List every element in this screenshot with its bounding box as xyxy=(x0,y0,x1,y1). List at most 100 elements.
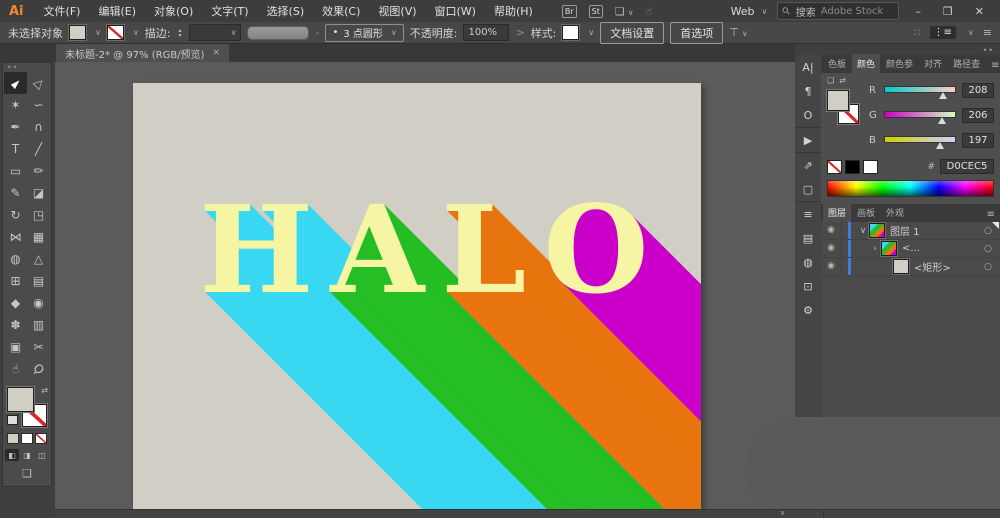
layer-target-icon[interactable]: ○ xyxy=(984,262,992,272)
hex-value-field[interactable]: D0CEC5 xyxy=(940,159,994,174)
screen-mode-icon[interactable]: ❏ xyxy=(3,467,51,480)
tab-color-menu-icon[interactable]: ≡ xyxy=(986,60,1000,73)
scale-tool[interactable]: ◳ xyxy=(27,204,50,226)
dock-grip[interactable]: •• xyxy=(983,46,994,55)
export-panel-icon[interactable]: ⇗ xyxy=(795,152,821,177)
halo-letter-O[interactable]: O xyxy=(543,178,665,321)
status-chevron-icon[interactable]: ∨ xyxy=(780,509,785,517)
symbols-panel-icon[interactable]: ⚙ xyxy=(795,298,821,322)
menu-item-0[interactable]: 文件(F) xyxy=(35,3,90,19)
hand-tool[interactable]: ☝ xyxy=(4,358,27,380)
tab-close-icon[interactable]: × xyxy=(212,48,220,58)
opacity-value[interactable]: 100% xyxy=(463,24,510,41)
draw-behind-icon[interactable]: ◨ xyxy=(20,449,34,461)
minimize-button[interactable]: – xyxy=(909,5,927,18)
opacity-more-icon[interactable]: > xyxy=(515,26,524,39)
character-panel-icon[interactable]: A| xyxy=(795,55,821,79)
layer-name[interactable]: <矩形> xyxy=(914,259,951,274)
mesh-tool[interactable]: ⊞ xyxy=(4,270,27,292)
swap-fill-stroke-icon[interactable]: ⇄ xyxy=(41,386,48,395)
actions-panel-icon[interactable]: ▶ xyxy=(795,127,821,152)
lasso-tool[interactable]: ∽ xyxy=(27,94,50,116)
slider-value-R[interactable]: 208 xyxy=(962,83,994,98)
layer-thumbnail[interactable] xyxy=(881,241,897,256)
stock-button[interactable]: St xyxy=(588,4,603,18)
rectangle-tool[interactable]: ▭ xyxy=(4,160,27,182)
tab-color-3[interactable]: 对齐 xyxy=(919,54,947,73)
halo-artwork[interactable]: HALO xyxy=(199,189,666,310)
layer-row-1[interactable]: ◉ › <... ○ xyxy=(821,240,1000,258)
menu-item-2[interactable]: 对象(O) xyxy=(145,3,202,19)
type-tool[interactable]: T xyxy=(4,138,27,160)
paragraph-panel-icon[interactable]: ¶ xyxy=(795,79,821,103)
close-button[interactable]: ✕ xyxy=(969,5,990,18)
shape-builder-tool[interactable]: ◍ xyxy=(4,248,27,270)
gradient-panel-icon[interactable]: ▤ xyxy=(795,226,821,250)
slider-thumb-R[interactable] xyxy=(938,91,947,99)
menu-item-5[interactable]: 效果(C) xyxy=(313,3,369,19)
layer-target-icon[interactable]: ○ xyxy=(984,226,992,236)
black-swatch[interactable] xyxy=(845,159,860,174)
white-swatch[interactable] xyxy=(863,159,878,174)
stacked-swatch-icon[interactable]: ❏ xyxy=(827,76,834,85)
slider-value-B[interactable]: 197 xyxy=(962,133,994,148)
none-swatch[interactable] xyxy=(827,159,842,174)
tab-layers-0[interactable]: 图层 xyxy=(823,203,852,222)
opentype-panel-icon[interactable]: O xyxy=(795,103,821,127)
color-spectrum-bar[interactable] xyxy=(827,180,994,197)
layer-target-icon[interactable]: ○ xyxy=(984,244,992,254)
layer-expander-icon[interactable]: ∨ xyxy=(857,226,869,236)
style-chevron-icon[interactable]: ∨ xyxy=(588,28,594,37)
symbol-sprayer-tool[interactable]: ✽ xyxy=(4,314,27,336)
eraser-tool[interactable]: ◪ xyxy=(27,182,50,204)
none-mode-button[interactable] xyxy=(35,433,47,444)
fill-chevron-icon[interactable]: ∨ xyxy=(95,28,101,37)
transparency-panel-icon[interactable]: ◍ xyxy=(795,250,821,274)
gradient-tool[interactable]: ▤ xyxy=(27,270,50,292)
menu-item-8[interactable]: 帮助(H) xyxy=(485,3,542,19)
menu-item-3[interactable]: 文字(T) xyxy=(202,3,257,19)
canvas-area[interactable]: HALO xyxy=(55,62,795,510)
preferences-button[interactable]: 首选项 xyxy=(670,21,724,44)
visibility-eye-icon[interactable]: ◉ xyxy=(821,240,842,257)
document-tab[interactable]: 未标题-2* @ 97% (RGB/预览) × xyxy=(56,44,230,62)
tab-layers-1[interactable]: 画板 xyxy=(852,203,880,222)
panel-fill-proxy[interactable] xyxy=(827,90,849,111)
artboard[interactable]: HALO xyxy=(133,83,701,510)
stroke-weight-dropdown[interactable]: ∨ xyxy=(189,24,242,41)
default-fill-stroke-icon[interactable] xyxy=(7,415,18,425)
slider-track-G[interactable] xyxy=(884,108,956,124)
arrange-documents-icon[interactable]: ❏ ∨ xyxy=(615,5,634,18)
brush-preview[interactable] xyxy=(247,25,310,40)
layer-name[interactable]: 图层 1 xyxy=(890,223,920,238)
gradient-mode-button[interactable] xyxy=(21,433,33,444)
perspective-grid-tool[interactable]: △ xyxy=(27,248,50,270)
swap-icon[interactable]: ⇄ xyxy=(839,76,846,85)
selection-tool[interactable]: ► xyxy=(4,72,27,94)
stroke-swatch[interactable] xyxy=(106,25,124,40)
slider-track-B[interactable] xyxy=(884,133,956,149)
draw-inside-icon[interactable]: ◫ xyxy=(35,449,49,461)
workspace-chevron-icon[interactable]: ∨ xyxy=(968,28,974,37)
layer-row-2[interactable]: ◉ <矩形> ○ xyxy=(821,258,1000,276)
style-swatch[interactable] xyxy=(562,25,580,40)
search-input[interactable]: ⚲ 搜索 Adobe Stock xyxy=(777,2,900,20)
layer-row-0[interactable]: ◉ ∨ 图层 1 ○ xyxy=(821,222,1000,240)
halo-letter-H[interactable]: H xyxy=(199,178,330,321)
document-setup-button[interactable]: 文档设置 xyxy=(600,21,665,44)
eyedropper-tool[interactable]: ◆ xyxy=(4,292,27,314)
restore-button[interactable]: ❐ xyxy=(937,5,959,18)
slider-thumb-B[interactable] xyxy=(935,141,944,149)
color-mode-button[interactable] xyxy=(7,433,19,444)
halo-letter-A[interactable]: A xyxy=(330,178,441,321)
slice-tool[interactable]: ✂ xyxy=(27,336,50,358)
zoom-tool[interactable]: Ϙ xyxy=(27,358,50,380)
width-tool[interactable]: ⋈ xyxy=(4,226,27,248)
visibility-eye-icon[interactable]: ◉ xyxy=(821,222,842,239)
pencil-tool[interactable]: ✎ xyxy=(4,182,27,204)
align-options-icon[interactable]: ⊤ ∨ xyxy=(729,26,747,39)
tools-grip[interactable]: •• xyxy=(3,64,51,72)
blend-tool[interactable]: ◉ xyxy=(27,292,50,314)
menu-item-7[interactable]: 窗口(W) xyxy=(426,3,485,19)
list-icon[interactable]: ≡ xyxy=(983,26,992,39)
